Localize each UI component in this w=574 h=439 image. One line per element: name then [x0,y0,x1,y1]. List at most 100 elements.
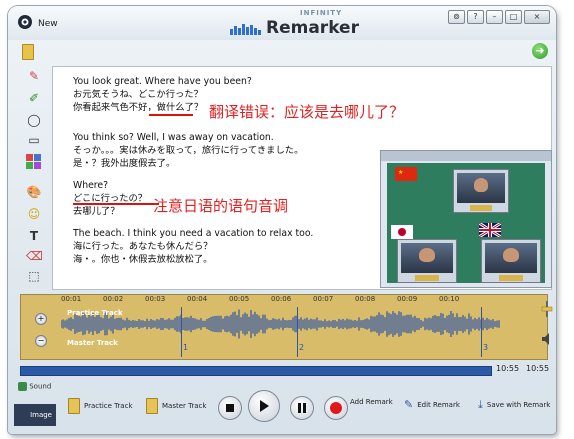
record-button[interactable] [324,396,348,420]
window-controls: ⊚ ? – □ × [448,10,550,24]
skin-button[interactable]: ⊚ [448,10,465,24]
master-track-button[interactable]: Master Track [146,398,206,414]
maximize-button[interactable]: □ [505,10,522,24]
ruler-tick: 00:10 [439,295,460,303]
japan-flag-icon [391,225,413,239]
remark-marker[interactable]: 1 [183,343,188,352]
ruler-tick: 00:05 [229,295,250,303]
color-palette-icon[interactable] [26,154,42,170]
add-remark-button[interactable]: Add Remark [350,398,393,406]
edit-remark-label: Edit Remark [417,400,460,409]
practice-track-label: Practice Track [67,309,123,317]
remark-marker[interactable]: 2 [299,343,304,352]
app-icon [18,15,32,29]
secondary-toolbar: ➜ [8,40,556,64]
ellipse-icon[interactable]: ◯ [26,112,42,128]
ruler-tick: 00:03 [145,295,166,303]
text-icon[interactable]: T [26,228,42,244]
dialogue-paragraph-3: Where? どこに行ったの？ 去哪儿了？ [73,179,147,218]
title-bar: New INFINITY Remarker ⊚ ? – □ × [8,6,556,40]
main-window: New INFINITY Remarker ⊚ ? – □ × ➜ ✎ ✐ ◯ … [8,6,556,434]
master-track-label: Master Track [67,339,118,347]
drawing-toolbar: ✎ ✐ ◯ ▭ 🎨 ☺ T ⌫ ⬚ [20,66,46,288]
paragraph-line: The beach. I think you need a vacation t… [73,228,314,239]
zoom-in-icon[interactable]: + [35,313,47,325]
remark-marker-line [297,307,298,357]
pause-button[interactable] [290,396,314,420]
remark-note[interactable]: 注意日语的语句音调 [153,195,288,216]
stop-button[interactable] [218,396,242,420]
paragraph-line: 海に行った。あなたも休んだら？ [73,241,213,252]
paragraph-line: You look great. Where have you been? [73,76,252,87]
dialogue-paragraph-4: The beach. I think you need a vacation t… [73,227,313,266]
pencil-icon[interactable]: ✎ [26,68,42,84]
ruler-tick: 00:06 [271,295,292,303]
emoji-icon[interactable]: ☺ [26,206,42,222]
rectangle-icon[interactable]: ▭ [26,132,42,148]
ruler-tick: 00:01 [61,295,82,303]
nav-image[interactable]: Image [14,404,56,426]
help-button[interactable]: ? [467,10,484,24]
paragraph-line: そっか。。。実は休みを取って，旅行に行ってきました。 [73,145,304,156]
volume-bottom-icon[interactable] [541,331,553,347]
save-remark-label: Save with Remark [486,401,551,409]
playback-progress-bar[interactable] [20,366,492,376]
minimize-button[interactable]: – [486,10,503,24]
play-button[interactable] [248,390,280,422]
paragraph-line: 是・？我外出度假去了。 [73,158,176,169]
eraser-icon[interactable]: ⌫ [26,248,43,264]
ruler-tick: 00:04 [187,295,208,303]
paragraph-line: 海・。你也・休假去放松放松了。 [73,254,213,265]
participant-video-2 [397,239,457,283]
paragraph-line: 去哪儿了？ [73,206,120,217]
zoom-out-icon[interactable]: − [35,335,47,347]
china-flag-icon: ★ [395,167,417,181]
logo-brand: Remarker [266,18,359,38]
ruler-tick: 00:07 [313,295,334,303]
time-ruler: 00:01 00:02 00:03 00:04 00:05 00:06 00:0… [61,295,501,307]
video-toolbar [381,151,551,161]
master-track-label: Master Track [162,402,207,410]
new-label[interactable]: New [38,19,58,29]
highlighter-icon[interactable]: ✐ [26,90,42,106]
paint-icon[interactable]: 🎨 [26,184,42,200]
practice-track-button[interactable]: Practice Track [68,398,133,414]
remark-underline [149,114,193,116]
ruler-tick: 00:09 [397,295,418,303]
remark-marker[interactable]: 3 [483,343,488,352]
close-button[interactable]: × [524,10,550,24]
practice-track-label: Practice Track [84,402,133,410]
master-track-icon [146,398,158,414]
ruler-tick: 00:02 [103,295,124,303]
video-preview[interactable]: ★ [380,150,552,288]
nav-sound[interactable]: Sound [18,382,51,391]
edit-remark-button[interactable]: ✎ Edit Remark [404,398,460,411]
svg-text:★: ★ [398,169,403,176]
dialogue-paragraph-2: You think so? Well, I was away on vacati… [73,131,303,170]
edit-remark-icon: ✎ [404,398,414,411]
folder-icon[interactable] [22,44,34,60]
total-time: 10:55 [526,364,550,373]
play-icon [260,400,269,412]
remark-underline [73,203,159,205]
paragraph-line: You think so? Well, I was away on vacati… [73,132,274,143]
logo-infinity: INFINITY [300,9,343,17]
paragraph-line: Where? [73,180,109,191]
participant-video-3 [481,239,541,283]
sound-icon [18,382,27,391]
save-remark-button[interactable]: ⤓ Save with Remark [478,398,550,412]
bottom-toolbar: Practice Track Master Track Add Remark ✎… [58,378,552,432]
practice-track-icon [68,398,80,414]
record-icon [330,402,342,414]
go-icon[interactable]: ➜ [532,43,548,59]
nav-sound-label: Sound [29,382,52,391]
waveform-panel[interactable]: + − 00:01 00:02 00:03 00:04 00:05 00:06 … [20,294,553,360]
video-stage: ★ [387,163,545,283]
audio-waveform[interactable] [61,307,501,341]
remark-note[interactable]: 翻译错误：应该是去哪儿了？ [209,101,404,122]
paragraph-line: お元気そうね、どこか行った？ [73,89,203,100]
current-time: 10:55 [496,364,520,373]
ruler-tick: 00:08 [355,295,376,303]
volume-top-icon[interactable] [541,301,553,317]
select-icon[interactable]: ⬚ [26,268,42,284]
